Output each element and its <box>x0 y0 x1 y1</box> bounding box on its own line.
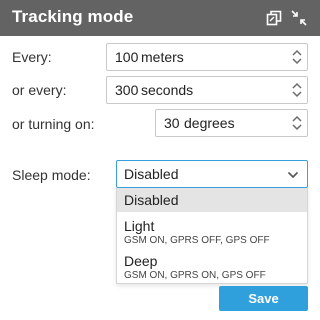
sleep-option-deep[interactable]: Deep GSM ON, GPRS ON, GPS OFF <box>117 249 307 283</box>
turning-angle-input[interactable]: 30 degrees <box>155 109 308 137</box>
or-every-time-value: 300 <box>115 82 139 98</box>
or-every-time-unit: seconds <box>141 82 194 98</box>
turning-angle-value: 30 <box>164 115 180 131</box>
tracking-mode-dialog: Tracking mode Every: 100 meters or every… <box>0 0 320 320</box>
dialog-title: Tracking mode <box>12 7 134 26</box>
every-label: Every: <box>12 49 52 65</box>
collapse-icon[interactable] <box>289 8 309 28</box>
sleep-mode-label: Sleep mode: <box>12 167 91 183</box>
sleep-option-light[interactable]: Light GSM ON, GPRS OFF, GPS OFF <box>117 214 307 248</box>
copy-icon[interactable] <box>264 8 284 28</box>
sleep-option-label: Deep <box>124 253 158 269</box>
sleep-mode-selected-value: Disabled <box>124 166 179 182</box>
chevron-down-icon[interactable] <box>287 168 299 180</box>
every-distance-spinner-icon[interactable] <box>291 47 303 67</box>
turning-angle-unit: degrees <box>184 115 235 131</box>
sleep-option-detail: GSM ON, GPRS OFF, GPS OFF <box>124 235 270 246</box>
sleep-option-detail: GSM ON, GPRS ON, GPS OFF <box>124 270 266 281</box>
sleep-mode-options-list: Disabled Light GSM ON, GPRS OFF, GPS OFF… <box>116 188 308 284</box>
sleep-option-label: Light <box>124 218 155 234</box>
every-distance-input[interactable]: 100 meters <box>106 43 308 71</box>
sleep-option-disabled[interactable]: Disabled <box>117 188 307 212</box>
save-button[interactable]: Save <box>219 286 308 311</box>
sleep-option-label: Disabled <box>124 192 179 208</box>
sleep-mode-select[interactable]: Disabled <box>116 160 308 188</box>
or-every-label: or every: <box>12 82 67 98</box>
turning-label: or turning on: <box>12 116 95 132</box>
every-distance-unit: meters <box>141 49 184 65</box>
dialog-header: Tracking mode <box>0 0 320 36</box>
turning-angle-spinner-icon[interactable] <box>291 113 303 133</box>
or-every-time-spinner-icon[interactable] <box>291 80 303 100</box>
every-distance-value: 100 <box>115 49 139 65</box>
or-every-time-input[interactable]: 300 seconds <box>106 76 308 104</box>
